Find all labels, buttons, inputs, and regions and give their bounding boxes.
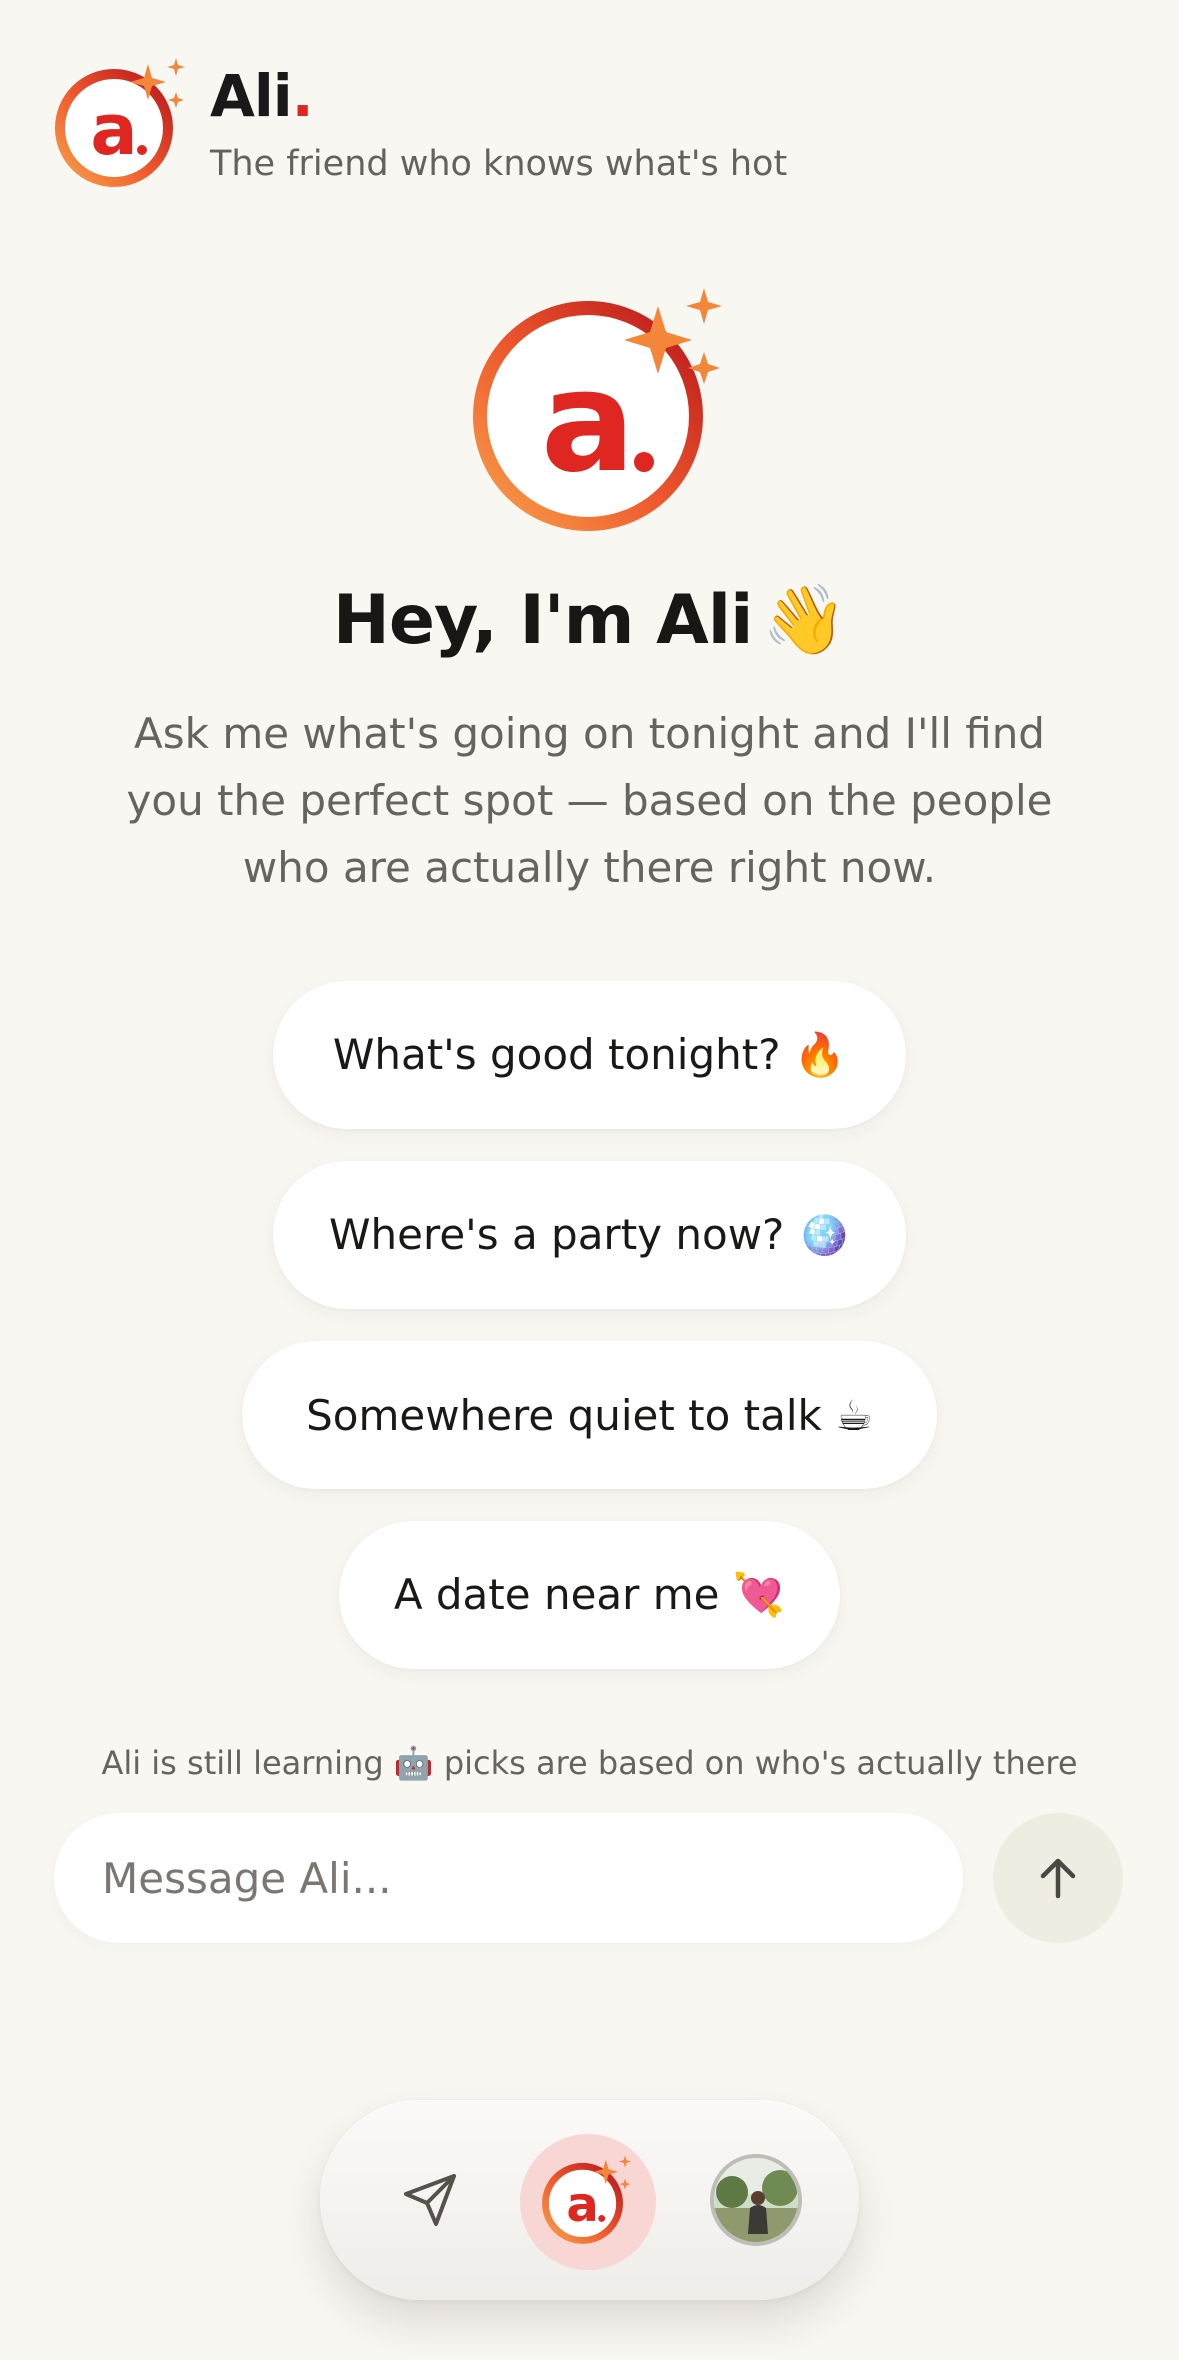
brand-tagline: The friend who knows what's hot xyxy=(210,144,788,184)
waving-hand-icon: 👋 xyxy=(762,581,847,660)
suggestion-chip-date-near-me[interactable]: A date near me 💘 xyxy=(339,1521,840,1669)
brand-name: Ali. xyxy=(210,62,314,130)
suggestion-chip-party-now[interactable]: Where's a party now? 🪩 xyxy=(273,1161,906,1309)
nav-item-ali[interactable]: a xyxy=(520,2134,656,2270)
hero-subtitle: Ask me what's going on tonight and I'll … xyxy=(126,709,1053,892)
ali-chat-screen: a Ali. The friend who knows what's hot a… xyxy=(0,0,1179,2360)
app-header: a Ali. The friend who knows what's hot xyxy=(52,56,1132,196)
send-arrow-icon xyxy=(404,2174,456,2226)
disclaimer-text: Ali is still learning 🤖 picks are based … xyxy=(101,1744,1078,1782)
ali-hero-logo-icon: a xyxy=(473,288,722,531)
brand-dot: . xyxy=(291,62,314,130)
nav-item-explore[interactable] xyxy=(380,2150,480,2250)
nav-item-profile[interactable] xyxy=(710,2154,802,2246)
hero-title: Hey, I'm Ali 👋 xyxy=(332,581,847,660)
ali-logo-icon: a xyxy=(542,2155,632,2244)
suggestion-chip-good-tonight[interactable]: What's good tonight? 🔥 xyxy=(273,981,906,1129)
svg-text:a: a xyxy=(541,341,635,504)
send-button[interactable] xyxy=(993,1813,1123,1943)
ali-logo-icon: a xyxy=(55,58,185,187)
message-input[interactable] xyxy=(54,1813,963,1943)
suggestion-chip-quiet-to-talk[interactable]: Somewhere quiet to talk ☕ xyxy=(242,1341,937,1489)
svg-text:a: a xyxy=(566,2177,598,2233)
svg-text:a: a xyxy=(90,89,137,171)
bottom-nav-bar: a xyxy=(320,2100,859,2300)
profile-avatar xyxy=(714,2158,798,2242)
arrow-up-icon xyxy=(1040,1858,1076,1899)
